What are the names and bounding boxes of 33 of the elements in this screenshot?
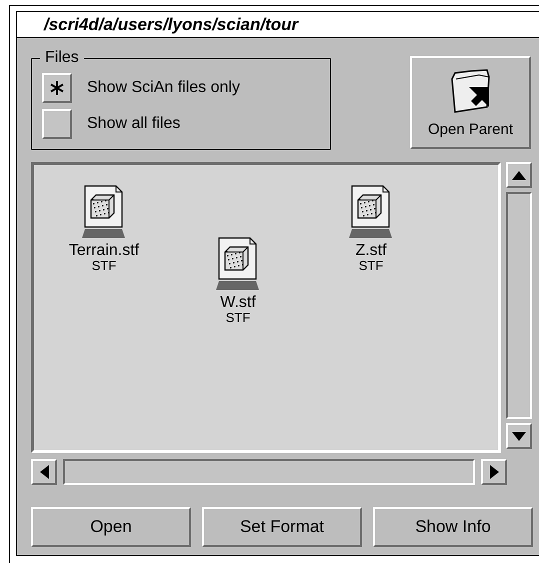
file-item[interactable]: Terrain.stf STF — [54, 185, 154, 273]
file-name: Z.stf — [355, 242, 387, 259]
document-icon — [82, 185, 126, 239]
open-parent-button[interactable]: Open Parent — [410, 56, 531, 149]
scroll-up-button[interactable] — [506, 162, 532, 188]
scroll-right-button[interactable] — [481, 459, 507, 485]
document-icon — [216, 237, 260, 291]
horizontal-scroll-track[interactable] — [63, 459, 475, 485]
radio-button[interactable] — [42, 109, 72, 139]
window-title: /scri4d/a/users/lyons/scian/tour — [44, 14, 298, 36]
file-type: STF — [92, 259, 116, 273]
left-triangle-icon — [40, 465, 48, 479]
scroll-left-button[interactable] — [31, 459, 57, 485]
right-triangle-icon — [490, 465, 498, 479]
file-type: STF — [226, 311, 250, 325]
action-button[interactable]: Show Info — [373, 507, 533, 547]
file-item[interactable]: Z.stf STF — [321, 185, 421, 273]
radio-button[interactable] — [42, 73, 72, 103]
action-button[interactable]: Open — [31, 507, 191, 547]
asterisk-icon — [50, 81, 64, 95]
document-icon — [349, 185, 393, 239]
up-triangle-icon — [512, 170, 526, 180]
file-name: Terrain.stf — [68, 242, 140, 259]
action-button[interactable]: Set Format — [202, 507, 362, 547]
option-label: Show SciAn files only — [87, 78, 240, 98]
down-triangle-icon — [512, 432, 526, 440]
file-type: STF — [358, 259, 384, 273]
scroll-down-button[interactable] — [506, 423, 532, 449]
file-item[interactable]: W.stf STF — [188, 237, 288, 325]
folder-arrow-icon — [448, 68, 492, 112]
option-label: Show all files — [87, 114, 180, 134]
vertical-scroll-track[interactable] — [506, 192, 532, 419]
file-name: W.stf — [220, 294, 256, 311]
